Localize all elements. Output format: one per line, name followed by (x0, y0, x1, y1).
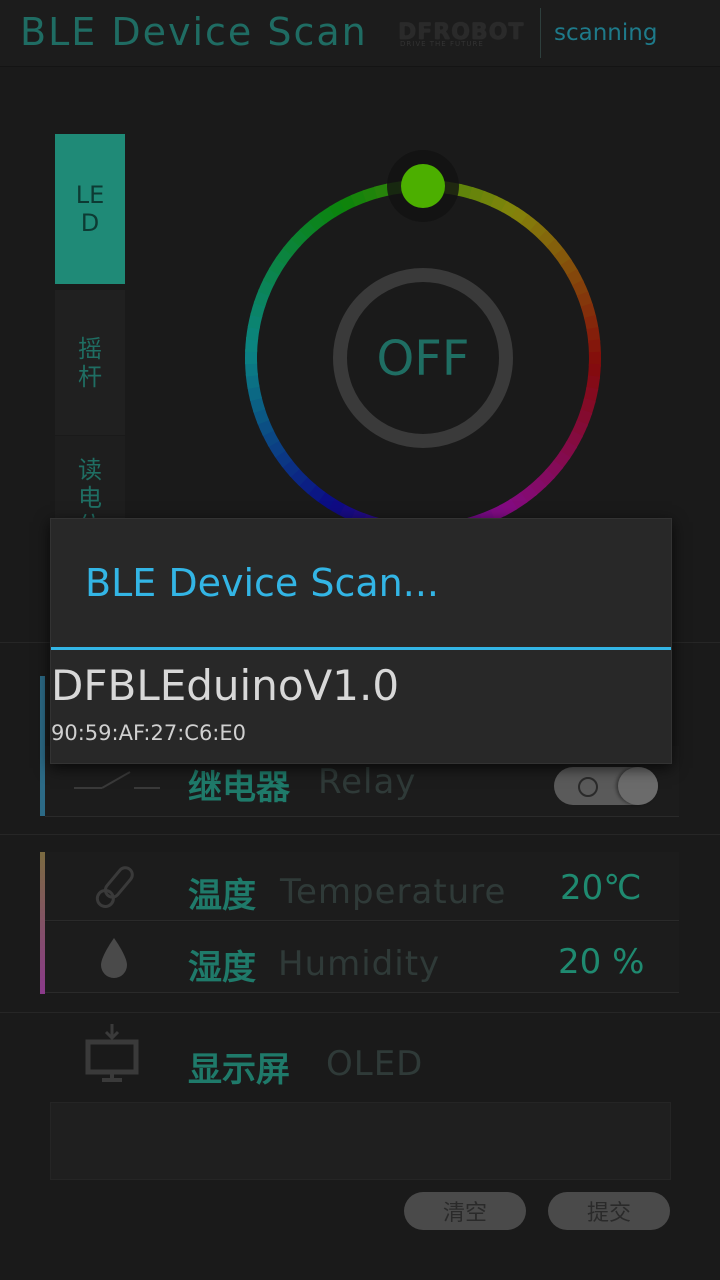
relay-accent-bar (40, 676, 45, 816)
section-divider (0, 834, 720, 835)
temperature-label-en: Temperature (280, 872, 507, 912)
oled-label-zh: 显示屏 (188, 1050, 290, 1090)
relay-label-en: Relay (318, 762, 417, 802)
toggle-off-icon (578, 777, 598, 797)
tab-joystick[interactable]: 摇杆 (55, 290, 125, 435)
tab-joystick-label: 摇杆 (78, 334, 102, 391)
oled-text-input[interactable] (50, 1102, 671, 1180)
humidity-label-zh: 湿度 (188, 948, 256, 988)
color-wheel[interactable]: OFF (230, 150, 620, 540)
clear-button[interactable]: 清空 (404, 1192, 526, 1230)
dialog-title-divider (51, 647, 671, 650)
app-title: BLE Device Scan (20, 10, 368, 54)
power-state-label[interactable]: OFF (377, 331, 470, 387)
switch-icon (74, 771, 160, 789)
temperature-label-zh: 温度 (188, 876, 256, 916)
water-drop-icon (101, 938, 127, 978)
toggle-knob[interactable] (618, 767, 658, 805)
relay-label-zh: 继电器 (188, 768, 290, 808)
brand-tagline: DRIVE THE FUTURE (400, 40, 484, 48)
ble-scan-dialog: BLE Device Scan... DFBLEduinoV1.0 90:59:… (50, 518, 672, 764)
submit-button[interactable]: 提交 (548, 1192, 670, 1230)
section-divider (0, 1012, 720, 1013)
device-address: 90:59:AF:27:C6:E0 (51, 721, 247, 745)
device-name: DFBLEduinoV1.0 (51, 661, 400, 710)
tab-led[interactable]: LED (55, 134, 125, 284)
display-icon (85, 1024, 139, 1082)
header-divider (540, 8, 541, 58)
oled-label-en: OLED (326, 1044, 424, 1084)
tab-led-label: LED (75, 181, 105, 237)
humidity-value: 20 % (558, 942, 645, 982)
humidity-label-en: Humidity (278, 944, 441, 984)
scan-status[interactable]: scanning (554, 20, 657, 46)
dialog-title: BLE Device Scan... (85, 561, 439, 605)
device-list-item[interactable]: DFBLEduinoV1.0 90:59:AF:27:C6:E0 (51, 651, 671, 763)
color-knob[interactable] (401, 164, 445, 208)
temperature-value: 20℃ (560, 868, 642, 908)
thermometer-icon (95, 866, 134, 908)
